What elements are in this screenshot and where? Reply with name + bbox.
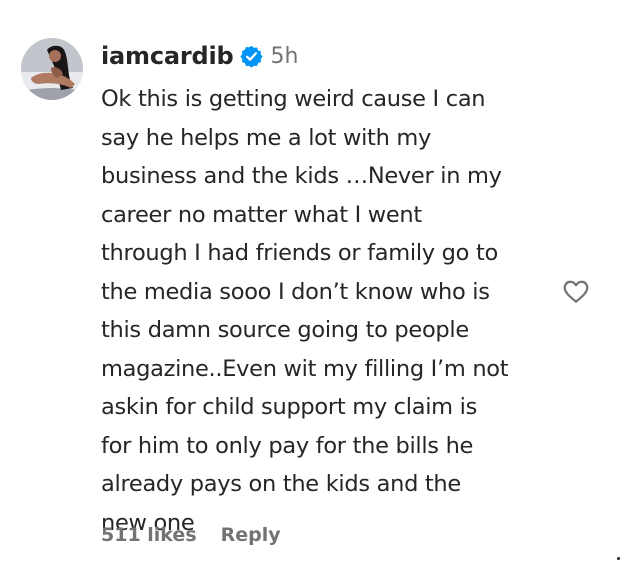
comment-footer: 511 likes Reply (101, 519, 281, 551)
avatar[interactable] (21, 38, 83, 100)
comment-header: iamcardib 5h (101, 37, 298, 75)
reply-button[interactable]: Reply (221, 524, 281, 546)
verified-badge-icon (240, 45, 264, 68)
heart-outline-icon[interactable] (561, 276, 591, 306)
username[interactable]: iamcardib (101, 42, 234, 70)
comment-text: Ok this is getting weird cause I can say… (101, 86, 509, 536)
comment: iamcardib 5h Ok this is getting weird ca… (0, 0, 634, 569)
timestamp[interactable]: 5h (270, 44, 298, 69)
likes-count[interactable]: 511 likes (101, 524, 197, 546)
more-dot (617, 557, 620, 560)
avatar-photo (21, 38, 83, 100)
